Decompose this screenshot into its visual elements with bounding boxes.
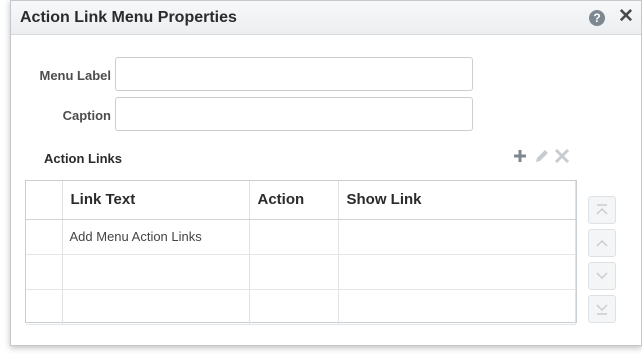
action-links-table: Link Text Action Show Link Add Menu Acti… (25, 180, 577, 325)
move-down-icon[interactable] (588, 262, 616, 290)
link-text-cell[interactable]: Add Menu Action Links (62, 219, 250, 255)
table-header-row: Link Text Action Show Link (26, 181, 576, 220)
action-link-menu-properties-dialog: Action Link Menu Properties ? ✕ Menu Lab… (10, 0, 642, 346)
edit-icon[interactable] (532, 146, 550, 166)
caption-input[interactable] (115, 97, 473, 131)
action-cell[interactable] (249, 289, 339, 325)
dialog-titlebar: Action Link Menu Properties ? ✕ (11, 1, 641, 35)
link-text-cell[interactable] (62, 289, 250, 325)
close-icon[interactable]: ✕ (617, 7, 635, 27)
help-icon[interactable]: ? (589, 10, 605, 26)
column-header-link-text[interactable]: Link Text (62, 181, 250, 220)
move-up-icon[interactable] (588, 229, 616, 257)
add-icon[interactable] (511, 146, 529, 166)
action-links-heading: Action Links (44, 151, 123, 166)
table-row[interactable] (26, 254, 576, 290)
delete-icon[interactable] (553, 146, 571, 166)
column-header-selector (26, 181, 63, 220)
row-selector-cell[interactable] (26, 254, 63, 290)
menu-label-label: Menu Label (39, 68, 111, 83)
link-text-cell[interactable] (62, 254, 250, 290)
table-row[interactable] (26, 289, 576, 325)
action-cell[interactable] (249, 219, 339, 255)
show-link-cell[interactable] (338, 219, 576, 255)
action-cell[interactable] (249, 254, 339, 290)
show-link-cell[interactable] (338, 289, 576, 325)
move-top-icon[interactable] (588, 196, 616, 224)
caption-label: Caption (62, 108, 111, 123)
column-header-show-link[interactable]: Show Link (338, 181, 576, 220)
move-bottom-icon[interactable] (588, 295, 616, 323)
menu-label-input[interactable] (115, 57, 473, 91)
table-row[interactable]: Add Menu Action Links (26, 219, 576, 255)
row-selector-cell[interactable] (26, 289, 63, 325)
show-link-cell[interactable] (338, 254, 576, 290)
row-selector-cell[interactable] (26, 219, 63, 255)
dialog-title: Action Link Menu Properties (20, 9, 237, 26)
column-header-action[interactable]: Action (249, 181, 339, 220)
